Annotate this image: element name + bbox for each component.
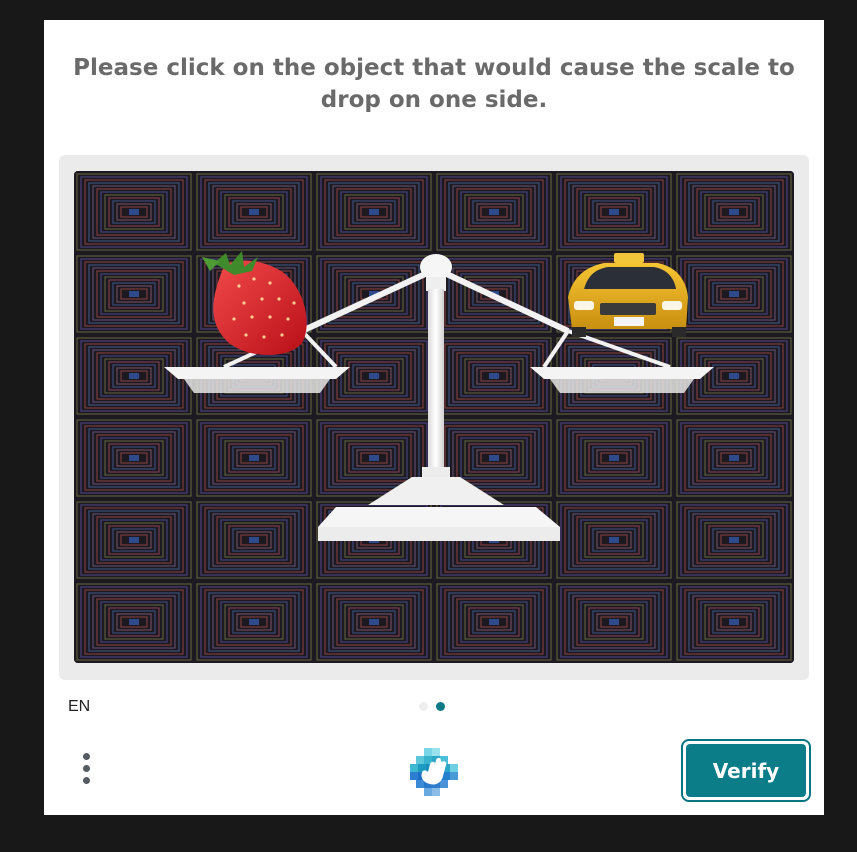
verify-button-label: Verify	[686, 744, 806, 797]
page-dot-1	[419, 702, 428, 711]
hcaptcha-logo-icon	[408, 746, 460, 798]
challenge-prompt: Please click on the object that would ca…	[73, 55, 795, 113]
challenge-image-frame	[59, 155, 809, 680]
page-dot-2-active	[436, 702, 445, 711]
captcha-dialog: Please click on the object that would ca…	[44, 20, 824, 815]
menu-dots-icon[interactable]	[72, 750, 100, 788]
challenge-image[interactable]	[74, 171, 794, 663]
verify-button[interactable]: Verify	[681, 739, 811, 802]
pagination-dots	[419, 702, 445, 711]
language-selector[interactable]: EN	[68, 698, 90, 716]
